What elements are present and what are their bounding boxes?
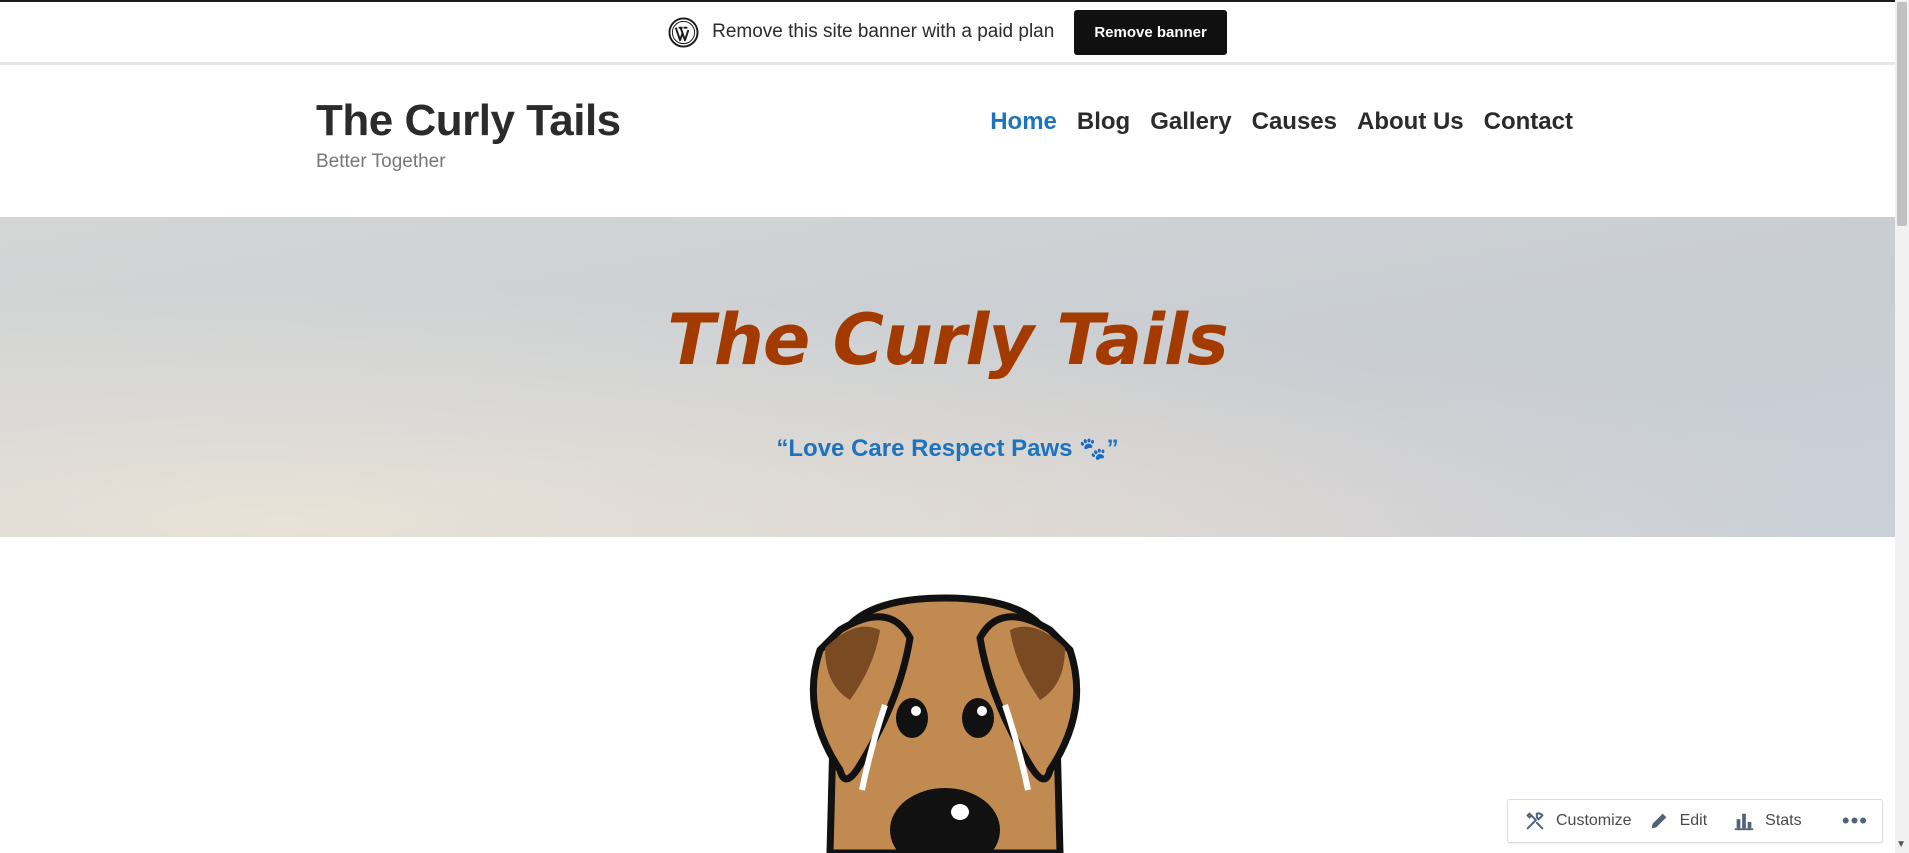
tools-icon — [1526, 812, 1544, 830]
nav-item-causes[interactable]: Causes — [1252, 108, 1337, 136]
quote-text: Love Care Respect Paws — [788, 435, 1080, 462]
dog-illustration — [809, 594, 1081, 853]
remove-banner-button[interactable]: Remove banner — [1074, 9, 1227, 55]
scroll-down-arrow-icon[interactable]: ▼ — [1896, 839, 1906, 850]
quote-close-mark: ” — [1106, 435, 1119, 462]
site-title[interactable]: The Curly Tails — [316, 96, 621, 146]
nav-item-blog[interactable]: Blog — [1077, 108, 1130, 136]
nav-item-gallery[interactable]: Gallery — [1150, 108, 1231, 136]
scrollbar-thumb[interactable] — [1897, 2, 1907, 226]
site-tagline: Better Together — [316, 151, 446, 172]
bar-chart-icon — [1734, 813, 1754, 831]
banner-message: Remove this site banner with a paid plan — [712, 21, 1055, 42]
nav-item-home[interactable]: Home — [990, 108, 1057, 136]
customize-label: Customize — [1556, 812, 1632, 829]
hero-quote: “Love Care Respect Paws 🐾” — [0, 435, 1895, 463]
nav-item-contact[interactable]: Contact — [1484, 108, 1573, 136]
admin-toolbar: Customize Edit Stats ••• — [1507, 799, 1883, 843]
upgrade-banner: Remove this site banner with a paid plan… — [0, 2, 1895, 65]
stats-button[interactable]: Stats — [1733, 810, 1802, 832]
pencil-icon — [1651, 813, 1666, 829]
more-options-icon[interactable]: ••• — [1842, 808, 1868, 834]
nav-item-about-us[interactable]: About Us — [1357, 108, 1464, 136]
paw-prints-icon: 🐾 — [1079, 436, 1107, 461]
edit-button[interactable]: Edit — [1648, 810, 1708, 832]
main-navigation: Home Blog Gallery Causes About Us Contac… — [970, 108, 1573, 136]
edit-label: Edit — [1679, 812, 1708, 829]
quote-open-mark: “ — [776, 435, 789, 462]
wordpress-logo-icon — [668, 16, 699, 48]
customize-button[interactable]: Customize — [1524, 810, 1632, 832]
page-scrollbar[interactable]: ▼ — [1895, 0, 1909, 853]
stats-label: Stats — [1765, 812, 1802, 829]
hero-title: The Curly Tails — [667, 299, 1228, 381]
hero-section: The Curly Tails “Love Care Respect Paws … — [0, 217, 1895, 537]
